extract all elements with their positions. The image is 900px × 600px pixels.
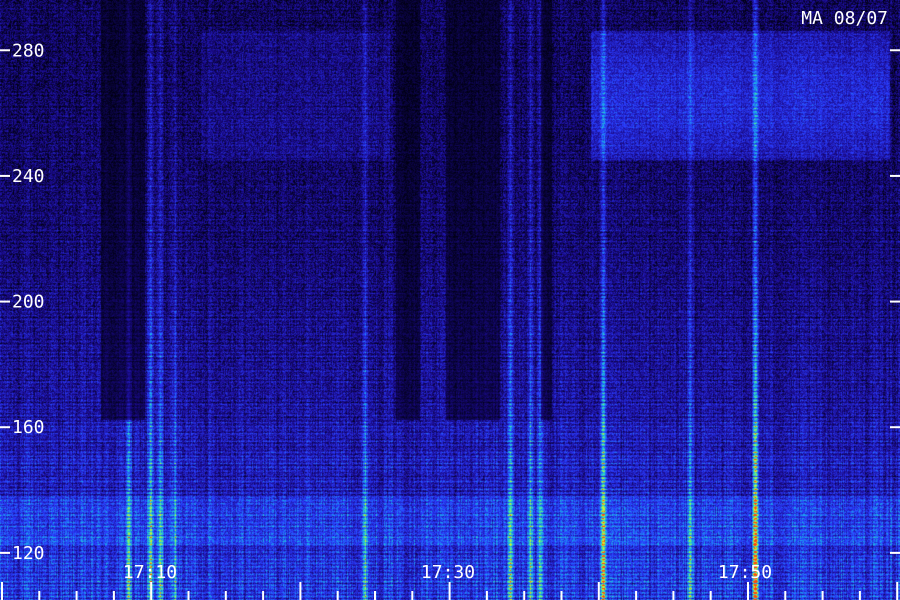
session-stamp: MA 08/07 <box>801 8 888 29</box>
y-tick-label: 120 <box>12 543 45 564</box>
spectrogram-panel: 120 160 200 240 280 17:10 17:30 17:50 MA 08/07 <box>0 0 900 600</box>
y-tick-label: 160 <box>12 417 45 438</box>
axis-overlay: 120 160 200 240 280 17:10 17:30 17:50 MA 08/07 <box>0 8 900 600</box>
x-tick-label: 17:50 <box>718 562 772 583</box>
x-tick-label: 17:10 <box>123 562 177 583</box>
y-tick-label: 240 <box>12 166 45 187</box>
y-tick-label: 280 <box>12 40 45 61</box>
x-axis: 17:10 17:30 17:50 <box>1 562 899 600</box>
y-axis: 120 160 200 240 280 <box>0 40 900 564</box>
x-tick-label: 17:30 <box>421 562 475 583</box>
y-tick-label: 200 <box>12 292 45 313</box>
